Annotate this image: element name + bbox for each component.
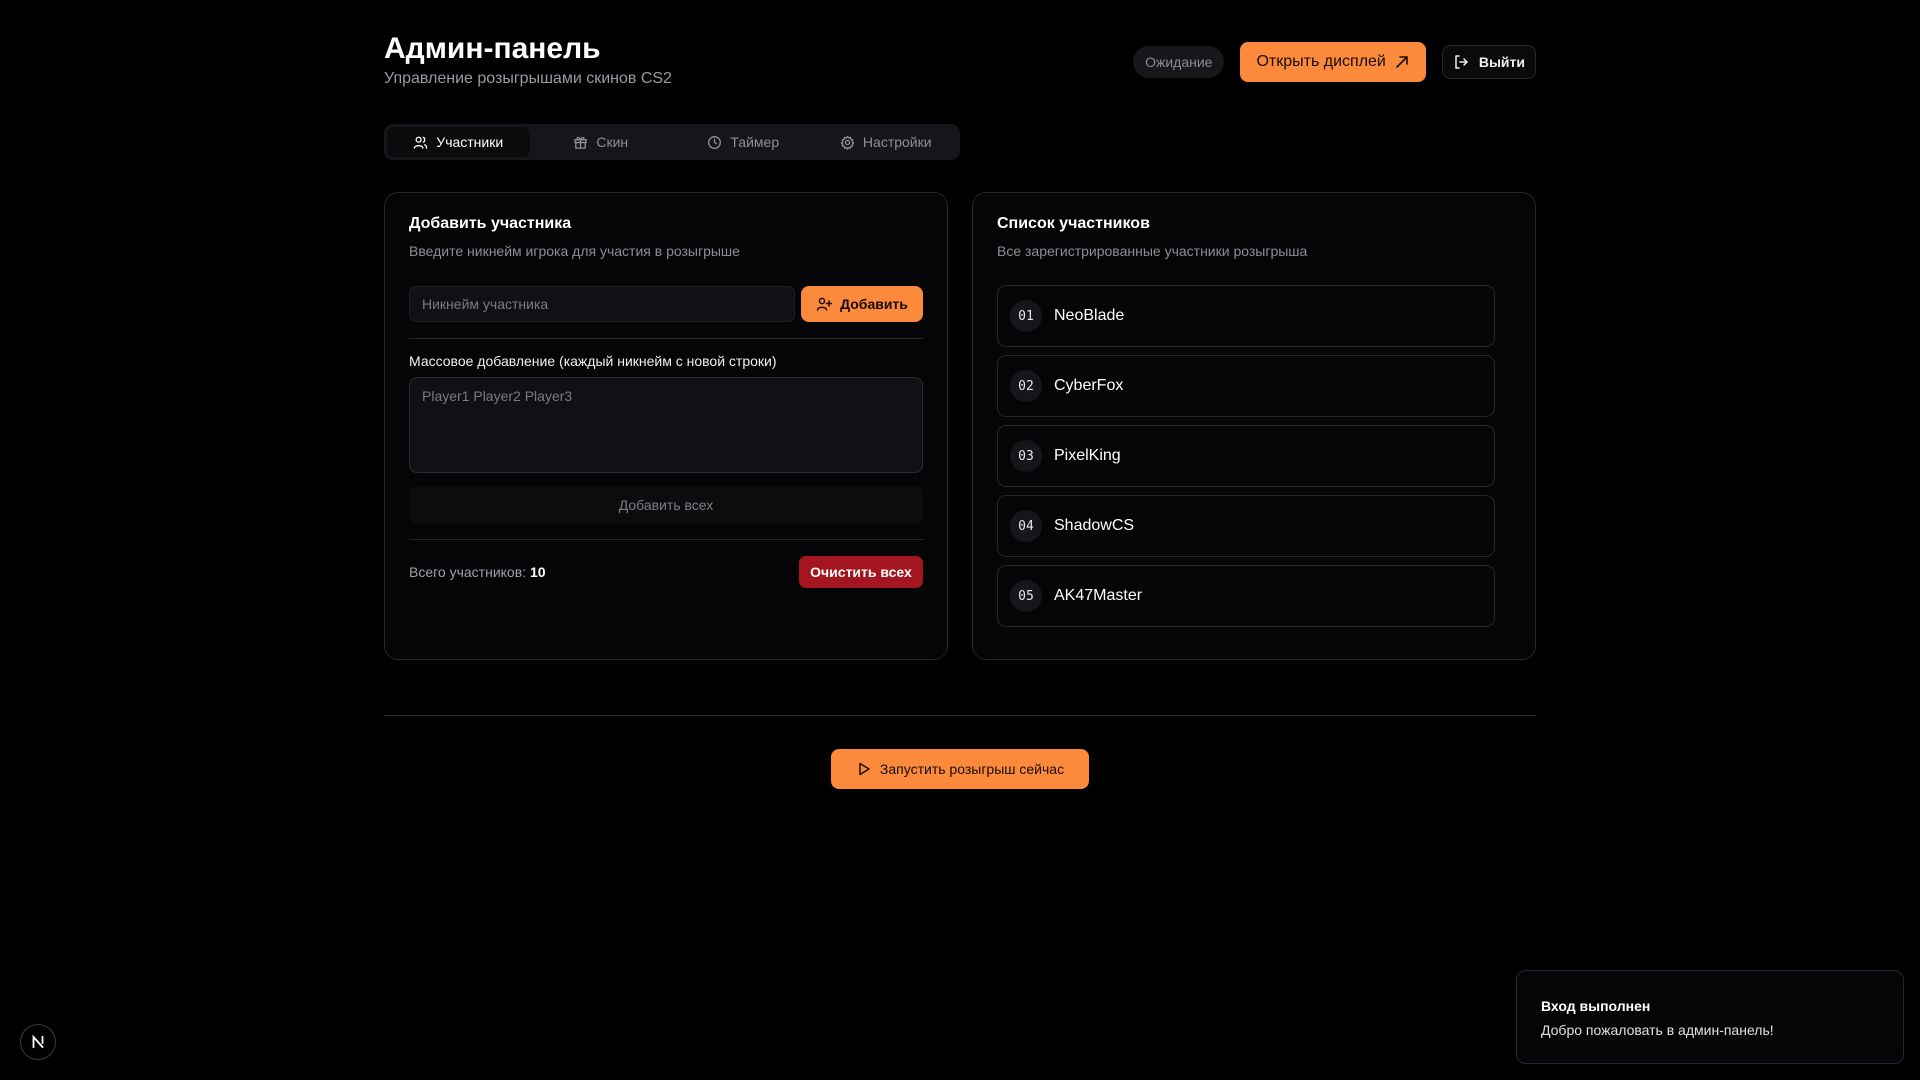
tab-label: Настройки xyxy=(862,134,932,150)
tab-skin[interactable]: Скин xyxy=(530,127,673,157)
tab-label: Участники xyxy=(436,134,504,150)
header: Админ-панель Управление розыгрышами скин… xyxy=(384,30,1536,100)
list-item: 02 CyberFox xyxy=(997,355,1495,417)
bulk-add-label: Массовое добавление (каждый никнейм с но… xyxy=(409,353,777,369)
gear-icon xyxy=(840,135,855,150)
list-card-description: Все зарегистрированные участники розыгры… xyxy=(997,243,1308,259)
add-participant-button[interactable]: Добавить xyxy=(801,286,923,322)
logout-label: Выйти xyxy=(1478,54,1525,70)
tab-label: Скин xyxy=(596,134,629,150)
status-badge: Ожидание xyxy=(1133,46,1225,78)
header-actions: Ожидание Открыть дисплей Выйти xyxy=(1133,42,1536,82)
add-card-description: Введите никнейм игрока для участия в роз… xyxy=(409,243,740,259)
divider xyxy=(409,338,923,339)
tab-label: Таймер xyxy=(730,134,780,150)
clock-icon xyxy=(708,135,722,149)
gift-icon xyxy=(574,136,588,149)
add-card-title: Добавить участника xyxy=(409,215,572,232)
users-icon xyxy=(414,136,428,149)
open-display-button[interactable]: Открыть дисплей xyxy=(1240,42,1426,82)
participant-name: ShadowCS xyxy=(1054,517,1135,534)
participant-name: NeoBlade xyxy=(1054,307,1125,324)
logout-icon xyxy=(1455,55,1468,69)
clear-all-button[interactable]: Очистить всех xyxy=(799,556,923,588)
participant-number: 05 xyxy=(1010,580,1042,612)
toast-notification: Вход выполнен Добро пожаловать в админ-п… xyxy=(1516,970,1904,1064)
tab-timer[interactable]: Таймер xyxy=(672,127,815,157)
n-logo-icon xyxy=(32,1034,44,1049)
tabs: Участники Скин Таймер Настройки xyxy=(384,124,960,160)
list-item: 05 AK47Master xyxy=(997,565,1495,627)
bulk-add-textarea[interactable] xyxy=(409,377,923,473)
tab-settings[interactable]: Настройки xyxy=(815,127,958,157)
toast-message: Добро пожаловать в админ-панель! xyxy=(1541,1022,1774,1038)
list-item: 01 NeoBlade xyxy=(997,285,1495,347)
page-subtitle: Управление розыгрышами скинов CS2 xyxy=(384,70,672,87)
page-title: Админ-панель xyxy=(384,32,601,65)
participant-number: 04 xyxy=(1010,510,1042,542)
participant-list-card: Список участников Все зарегистрированные… xyxy=(972,192,1536,660)
participant-number: 02 xyxy=(1010,370,1042,402)
logout-button[interactable]: Выйти xyxy=(1441,45,1536,79)
add-label: Добавить xyxy=(840,296,908,312)
arrow-up-right-icon xyxy=(1396,56,1408,68)
participant-number: 03 xyxy=(1010,440,1042,472)
total-label: Всего участников: xyxy=(409,564,527,580)
participant-name: CyberFox xyxy=(1054,377,1124,394)
participant-list: 01 NeoBlade 02 CyberFox 03 PixelKing 04 … xyxy=(997,285,1495,635)
add-all-button[interactable]: Добавить всех xyxy=(409,486,923,524)
tab-participants[interactable]: Участники xyxy=(387,127,530,157)
start-draw-button[interactable]: Запустить розыгрыш сейчас xyxy=(831,749,1089,789)
open-display-label: Открыть дисплей xyxy=(1256,53,1386,70)
list-item: 03 PixelKing xyxy=(997,425,1495,487)
participant-number: 01 xyxy=(1010,300,1042,332)
dev-tools-button[interactable] xyxy=(20,1024,56,1060)
list-item: 04 ShadowCS xyxy=(997,495,1495,557)
total-count: 10 xyxy=(529,564,546,580)
total-participants: Всего участников: 10 xyxy=(409,564,546,580)
toast-title: Вход выполнен xyxy=(1541,998,1651,1014)
nickname-input[interactable] xyxy=(409,286,795,322)
start-draw-label: Запустить розыгрыш сейчас xyxy=(879,761,1065,777)
section-divider xyxy=(384,715,1536,716)
play-icon xyxy=(859,762,870,776)
participant-name: AK47Master xyxy=(1054,587,1143,604)
add-participant-card: Добавить участника Введите никнейм игрок… xyxy=(384,192,948,660)
user-plus-icon xyxy=(816,297,833,311)
participant-name: PixelKing xyxy=(1054,447,1121,464)
divider xyxy=(409,539,923,540)
list-card-title: Список участников xyxy=(997,215,1150,232)
